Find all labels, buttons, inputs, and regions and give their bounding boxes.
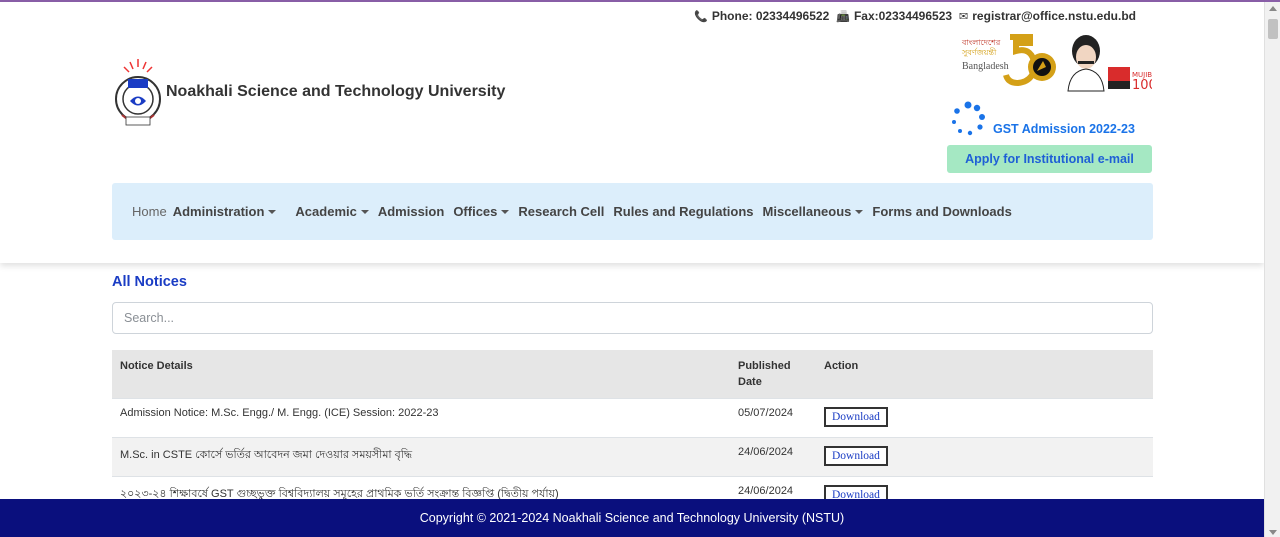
jubilee-text: Bangladesh <box>962 61 1009 72</box>
nav-forms[interactable]: Forms and Downloads <box>872 204 1011 219</box>
gst-admission-link[interactable]: GST Admission 2022-23 <box>949 100 1135 138</box>
university-logo <box>115 59 161 126</box>
page-title: All Notices <box>112 274 187 290</box>
site-footer: Copyright © 2021-2024 Noakhali Science a… <box>0 499 1264 537</box>
nav-administration[interactable]: Administration <box>173 204 277 219</box>
notices-table: Notice Details Published Date Action Adm… <box>112 350 1153 516</box>
svg-text:বাংলাদেশের: বাংলাদেশের <box>961 38 1001 47</box>
nav-admission[interactable]: Admission <box>378 204 444 219</box>
scroll-down-arrow-icon[interactable] <box>1269 530 1277 535</box>
notice-details: Admission Notice: M.Sc. Engg./ M. Engg. … <box>112 398 730 438</box>
header-notice-details: Notice Details <box>112 350 730 399</box>
nav-offices-label: Offices <box>453 204 498 219</box>
table-header-row: Notice Details Published Date Action <box>112 350 1153 399</box>
scrollbar-thumb[interactable] <box>1268 19 1278 39</box>
institutional-email-button[interactable]: Apply for Institutional e-mail <box>947 145 1152 173</box>
chevron-down-icon <box>360 209 369 214</box>
download-button[interactable]: Download <box>824 407 888 427</box>
nav-miscellaneous[interactable]: Miscellaneous <box>763 204 864 219</box>
fax-text: Fax:02334496523 <box>853 9 953 23</box>
nav-offices[interactable]: Offices <box>453 204 510 219</box>
email-text[interactable]: registrar@office.nstu.edu.bd <box>972 9 1136 23</box>
nav-research-cell[interactable]: Research Cell <box>518 204 604 219</box>
notice-date: 05/07/2024 <box>730 398 816 438</box>
main-nav: Home Administration Academic Admission O… <box>112 183 1153 240</box>
nav-administration-label: Administration <box>172 204 265 219</box>
nav-miscellaneous-label: Miscellaneous <box>762 204 852 219</box>
nav-rules[interactable]: Rules and Regulations <box>613 204 753 219</box>
search-input[interactable] <box>112 302 1153 334</box>
nav-academic[interactable]: Academic <box>295 204 369 219</box>
envelope-icon: ✉ <box>959 10 969 23</box>
chevron-down-icon <box>501 209 510 214</box>
table-row: Admission Notice: M.Sc. Engg./ M. Engg. … <box>112 398 1153 438</box>
brand[interactable]: Noakhali Science and Technology Universi… <box>112 57 505 133</box>
svg-text:100: 100 <box>1132 78 1152 93</box>
phone-icon: 📞 <box>694 10 708 23</box>
notice-details: M.Sc. in CSTE কোর্সে ভর্তির আবেদন জমা দে… <box>112 437 730 477</box>
spinner-icon <box>952 101 985 136</box>
copyright-text: Copyright © 2021-2024 Noakhali Science a… <box>419 511 845 525</box>
phone-text: Phone: 02334496522 <box>711 9 830 23</box>
chevron-down-icon <box>268 209 277 214</box>
notice-action-cell: Download <box>816 398 1153 438</box>
header-published-date: Published Date <box>730 350 816 399</box>
nav-academic-label: Academic <box>295 204 357 219</box>
university-name: Noakhali Science and Technology Universi… <box>166 83 506 100</box>
golden-jubilee-logo: বাংলাদেশের সুবর্ণজয়ন্তী Bangladesh <box>961 34 1056 87</box>
table-row: M.Sc. in CSTE কোর্সে ভর্তির আবেদন জমা দে… <box>112 437 1153 477</box>
download-button[interactable]: Download <box>824 446 888 466</box>
fax-icon: 📠 <box>836 10 850 23</box>
nav-home[interactable]: Home <box>132 204 167 219</box>
page-scrollbar[interactable] <box>1264 2 1280 537</box>
site-header: 📞 Phone: 02334496522 📠 Fax:02334496523 ✉… <box>0 2 1264 263</box>
notice-date: 24/06/2024 <box>730 437 816 477</box>
chevron-down-icon <box>855 209 864 214</box>
svg-text:সুবর্ণজয়ন্তী: সুবর্ণজয়ন্তী <box>961 47 997 57</box>
contact-bar: 📞 Phone: 02334496522 📠 Fax:02334496523 ✉… <box>694 9 1136 23</box>
notice-action-cell: Download <box>816 437 1153 477</box>
header-action: Action <box>816 350 1153 399</box>
mujib-100-logo: MUJIB 100 <box>1067 35 1152 93</box>
scroll-up-arrow-icon[interactable] <box>1269 6 1277 11</box>
gst-admission-label: GST Admission 2022-23 <box>993 122 1135 136</box>
